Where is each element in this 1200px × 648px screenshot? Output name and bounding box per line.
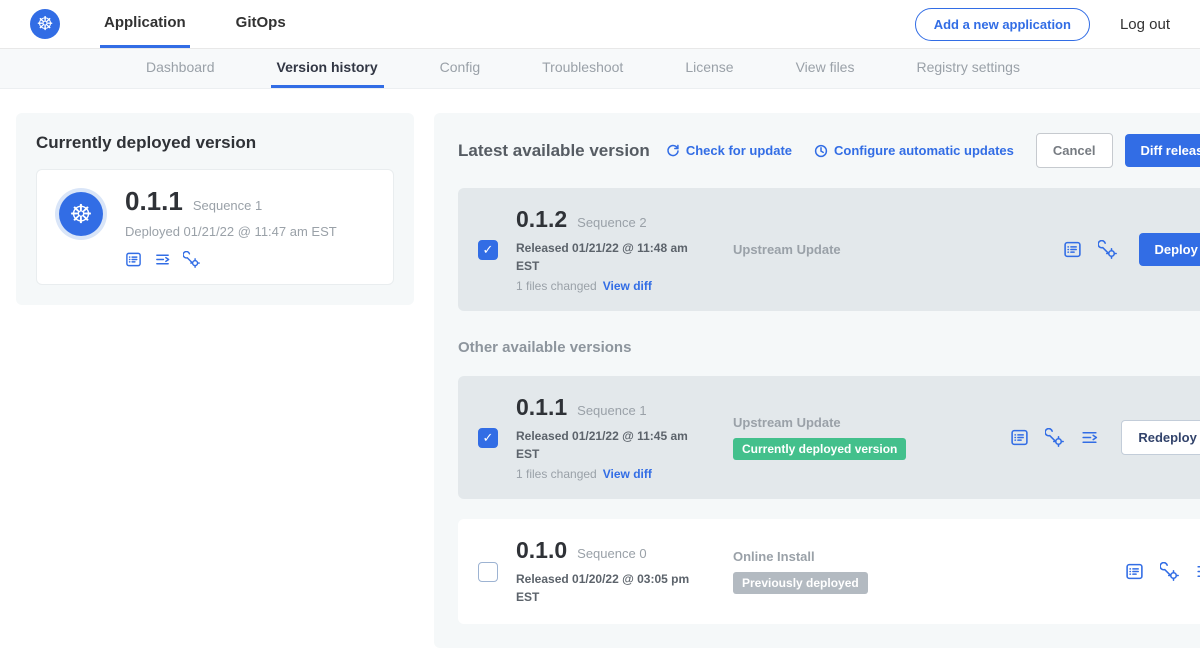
released-timestamp: Released 01/21/22 @ 11:48 am EST <box>516 239 701 275</box>
version-source: Upstream Update <box>721 242 1063 257</box>
source-label: Upstream Update <box>733 415 1010 430</box>
subnav-tab-troubleshoot[interactable]: Troubleshoot <box>536 49 629 88</box>
deployed-version-number: 0.1.1 <box>125 186 183 217</box>
currently-deployed-panel: Currently deployed version ☸ 0.1.1 Seque… <box>16 113 414 305</box>
deployed-version-card: ☸ 0.1.1 Sequence 1 Deployed 01/21/22 @ 1… <box>36 169 394 285</box>
cancel-button[interactable]: Cancel <box>1036 133 1113 168</box>
version-row: 0.1.2 Sequence 2 Released 01/21/22 @ 11:… <box>458 188 1200 311</box>
deploy-logs-icon[interactable] <box>1195 562 1200 581</box>
tab-gitops[interactable]: GitOps <box>232 0 290 48</box>
config-icon[interactable] <box>1160 562 1179 581</box>
logout-link[interactable]: Log out <box>1120 16 1170 33</box>
currently-deployed-badge: Currently deployed version <box>733 438 906 460</box>
deployed-actions <box>125 251 337 268</box>
version-number: 0.1.2 <box>516 206 567 233</box>
version-source: Online Install Previously deployed <box>721 549 1125 594</box>
release-notes-icon[interactable] <box>1063 240 1082 259</box>
view-diff-link[interactable]: View diff <box>603 467 652 481</box>
version-actions <box>1125 562 1200 581</box>
diff-releases-button[interactable]: Diff releases <box>1125 134 1200 167</box>
version-checkbox[interactable] <box>478 562 498 582</box>
released-timestamp: Released 01/21/22 @ 11:45 am EST <box>516 427 701 463</box>
clock-icon <box>814 144 828 158</box>
release-notes-icon[interactable] <box>1010 428 1029 447</box>
available-versions-panel: Latest available version Check for updat… <box>434 113 1200 648</box>
previously-deployed-badge: Previously deployed <box>733 572 868 594</box>
files-changed-line: 1 files changed View diff <box>516 467 721 481</box>
released-timestamp: Released 01/20/22 @ 03:05 pm EST <box>516 570 701 606</box>
version-row: 0.1.1 Sequence 1 Released 01/21/22 @ 11:… <box>458 376 1200 499</box>
subnav-tab-config[interactable]: Config <box>434 49 486 88</box>
source-label: Online Install <box>733 549 1125 564</box>
version-row: 0.1.0 Sequence 0 Released 01/20/22 @ 03:… <box>458 519 1200 624</box>
configure-automatic-updates-label: Configure automatic updates <box>834 143 1014 158</box>
top-navbar: ☸ Application GitOps Add a new applicati… <box>0 0 1200 49</box>
release-notes-icon[interactable] <box>125 251 142 268</box>
view-diff-link[interactable]: View diff <box>603 279 652 293</box>
subnav-tab-view-files[interactable]: View files <box>790 49 861 88</box>
deployed-timestamp: Deployed 01/21/22 @ 11:47 am EST <box>125 224 337 239</box>
deploy-logs-icon[interactable] <box>154 251 171 268</box>
version-number: 0.1.0 <box>516 537 567 564</box>
kubernetes-logo-icon: ☸ <box>30 9 60 39</box>
tab-application[interactable]: Application <box>100 0 190 48</box>
top-nav-tabs: Application GitOps <box>100 0 332 48</box>
sequence-label: Sequence 0 <box>577 546 646 561</box>
sequence-label: Sequence 1 <box>577 403 646 418</box>
version-info: 0.1.0 Sequence 0 Released 01/20/22 @ 03:… <box>516 537 721 606</box>
config-icon[interactable] <box>1098 240 1117 259</box>
currently-deployed-title: Currently deployed version <box>36 133 394 153</box>
files-changed-label: 1 files changed <box>516 467 597 481</box>
latest-available-title: Latest available version <box>458 141 650 161</box>
subnav-tab-registry-settings[interactable]: Registry settings <box>910 49 1025 88</box>
deployed-version-details: 0.1.1 Sequence 1 Deployed 01/21/22 @ 11:… <box>125 186 337 268</box>
version-checkbox[interactable] <box>478 240 498 260</box>
check-for-update-link[interactable]: Check for update <box>666 143 792 158</box>
version-source: Upstream Update Currently deployed versi… <box>721 415 1010 460</box>
files-changed-line: 1 files changed View diff <box>516 279 721 293</box>
add-new-application-button[interactable]: Add a new application <box>915 8 1090 41</box>
subnav-tab-dashboard[interactable]: Dashboard <box>140 49 221 88</box>
files-changed-label: 1 files changed <box>516 279 597 293</box>
version-actions: Deploy <box>1063 233 1200 266</box>
release-notes-icon[interactable] <box>1125 562 1144 581</box>
redeploy-button[interactable]: Redeploy <box>1121 420 1200 455</box>
version-actions: Redeploy <box>1010 420 1200 455</box>
deployed-sequence-label: Sequence 1 <box>193 198 262 213</box>
version-number: 0.1.1 <box>516 394 567 421</box>
check-for-update-label: Check for update <box>686 143 792 158</box>
config-icon[interactable] <box>183 251 200 268</box>
refresh-icon <box>666 144 680 158</box>
app-subnav: Dashboard Version history Config Trouble… <box>0 49 1200 89</box>
deploy-button[interactable]: Deploy <box>1139 233 1200 266</box>
subnav-tab-version-history[interactable]: Version history <box>271 49 384 88</box>
sequence-label: Sequence 2 <box>577 215 646 230</box>
version-info: 0.1.2 Sequence 2 Released 01/21/22 @ 11:… <box>516 206 721 293</box>
configure-automatic-updates-link[interactable]: Configure automatic updates <box>814 143 1014 158</box>
available-header: Latest available version Check for updat… <box>458 133 1200 168</box>
config-icon[interactable] <box>1045 428 1064 447</box>
source-label: Upstream Update <box>733 242 1063 257</box>
deploy-logs-icon[interactable] <box>1080 428 1099 447</box>
version-info: 0.1.1 Sequence 1 Released 01/21/22 @ 11:… <box>516 394 721 481</box>
kubernetes-app-icon: ☸ <box>59 192 103 236</box>
other-versions-heading: Other available versions <box>458 339 1200 356</box>
main-content: Currently deployed version ☸ 0.1.1 Seque… <box>0 89 1200 648</box>
version-checkbox[interactable] <box>478 428 498 448</box>
subnav-tab-license[interactable]: License <box>679 49 739 88</box>
